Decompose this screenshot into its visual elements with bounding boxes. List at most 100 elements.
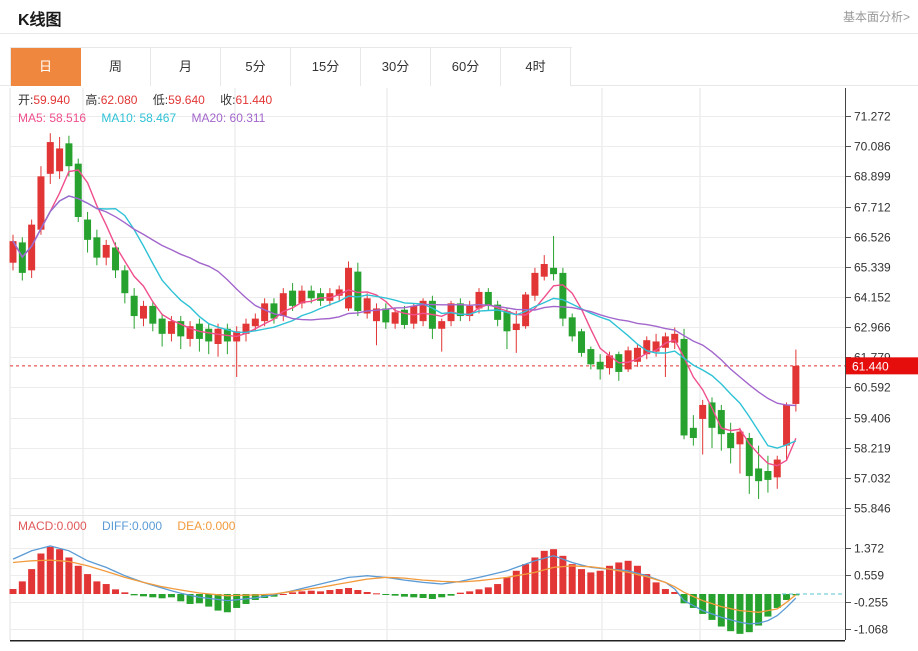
macd-bar[interactable] — [597, 571, 604, 594]
candle[interactable] — [215, 329, 222, 344]
macd-bar[interactable] — [205, 594, 212, 607]
candle[interactable] — [65, 143, 72, 166]
candle[interactable] — [792, 366, 799, 404]
candle[interactable] — [103, 245, 110, 258]
macd-bar[interactable] — [755, 594, 762, 626]
macd-bar[interactable] — [457, 593, 464, 594]
candle[interactable] — [252, 319, 259, 327]
macd-bar[interactable] — [727, 594, 734, 631]
candle[interactable] — [438, 321, 445, 329]
macd-bar[interactable] — [559, 556, 566, 594]
macd-bar[interactable] — [131, 594, 138, 595]
macd-bar[interactable] — [308, 591, 315, 594]
candle[interactable] — [392, 312, 399, 323]
macd-bar[interactable] — [485, 587, 492, 594]
candle[interactable] — [476, 292, 483, 309]
candle[interactable] — [289, 291, 296, 306]
macd-bar[interactable] — [448, 594, 455, 596]
macd-bar[interactable] — [438, 594, 445, 597]
candle[interactable] — [699, 405, 706, 419]
macd-bar[interactable] — [364, 592, 371, 594]
macd-bar[interactable] — [401, 594, 408, 597]
macd-bar[interactable] — [65, 557, 72, 594]
macd-bar[interactable] — [718, 594, 725, 627]
candle[interactable] — [559, 273, 566, 319]
macd-bar[interactable] — [476, 589, 483, 594]
macd-bar[interactable] — [578, 569, 585, 594]
candle[interactable] — [56, 148, 63, 171]
macd-bar[interactable] — [37, 553, 44, 594]
candle[interactable] — [93, 237, 100, 257]
macd-bar[interactable] — [503, 577, 510, 594]
candle[interactable] — [159, 319, 166, 334]
candle[interactable] — [541, 264, 548, 277]
candle[interactable] — [140, 306, 147, 319]
macd-bar[interactable] — [764, 594, 771, 617]
candle[interactable] — [597, 362, 604, 370]
macd-bar[interactable] — [522, 564, 529, 594]
macd-bar[interactable] — [177, 594, 184, 601]
candle[interactable] — [625, 350, 632, 369]
macd-bar[interactable] — [140, 594, 147, 596]
macd-bar[interactable] — [168, 594, 175, 597]
macd-bar[interactable] — [625, 561, 632, 594]
macd-bar[interactable] — [373, 593, 380, 594]
candle[interactable] — [168, 321, 175, 334]
macd-bar[interactable] — [159, 594, 166, 598]
candle[interactable] — [149, 306, 156, 324]
macd-bar[interactable] — [429, 594, 436, 599]
macd-bar[interactable] — [709, 594, 716, 620]
macd-bar[interactable] — [326, 590, 333, 594]
candle[interactable] — [578, 331, 585, 353]
macd-bar[interactable] — [615, 562, 622, 594]
macd-bar[interactable] — [289, 592, 296, 594]
candle[interactable] — [317, 293, 324, 301]
candle[interactable] — [774, 460, 781, 478]
macd-bar[interactable] — [336, 589, 343, 594]
candle[interactable] — [345, 268, 352, 309]
macd-bar[interactable] — [215, 594, 222, 611]
candle[interactable] — [121, 270, 128, 293]
candle[interactable] — [37, 176, 44, 229]
macd-bar[interactable] — [662, 589, 669, 594]
macd-bar[interactable] — [47, 547, 54, 594]
candle[interactable] — [503, 311, 510, 331]
macd-bar[interactable] — [345, 588, 352, 594]
macd-bar[interactable] — [569, 564, 576, 594]
candle[interactable] — [485, 292, 492, 306]
candle[interactable] — [755, 468, 762, 481]
candle[interactable] — [531, 273, 538, 296]
macd-bar[interactable] — [653, 582, 660, 594]
macd-bar[interactable] — [466, 591, 473, 594]
candle[interactable] — [131, 296, 138, 316]
macd-bar[interactable] — [196, 594, 203, 603]
macd-bar[interactable] — [93, 581, 100, 594]
macd-bar[interactable] — [513, 571, 520, 594]
candle[interactable] — [261, 303, 268, 321]
candle[interactable] — [690, 428, 697, 438]
candle[interactable] — [84, 220, 91, 240]
candle[interactable] — [75, 164, 82, 217]
macd-bar[interactable] — [354, 590, 361, 594]
macd-bar[interactable] — [494, 584, 501, 594]
macd-bar[interactable] — [84, 574, 91, 594]
macd-bar[interactable] — [121, 592, 128, 594]
candle[interactable] — [569, 317, 576, 336]
macd-bar[interactable] — [410, 594, 417, 597]
macd-bar[interactable] — [736, 594, 743, 634]
macd-bar[interactable] — [392, 594, 399, 596]
macd-bar[interactable] — [56, 549, 63, 594]
macd-bar[interactable] — [112, 589, 119, 594]
macd-bar[interactable] — [75, 566, 82, 594]
candle[interactable] — [587, 349, 594, 364]
macd-bar[interactable] — [317, 591, 324, 594]
candle[interactable] — [382, 308, 389, 322]
candle[interactable] — [513, 324, 520, 330]
candle[interactable] — [783, 405, 790, 446]
macd-bar[interactable] — [774, 594, 781, 608]
macd-bar[interactable] — [634, 566, 641, 594]
candle[interactable] — [47, 142, 54, 174]
macd-bar[interactable] — [298, 591, 305, 594]
candle[interactable] — [308, 291, 315, 299]
macd-bar[interactable] — [10, 589, 17, 594]
